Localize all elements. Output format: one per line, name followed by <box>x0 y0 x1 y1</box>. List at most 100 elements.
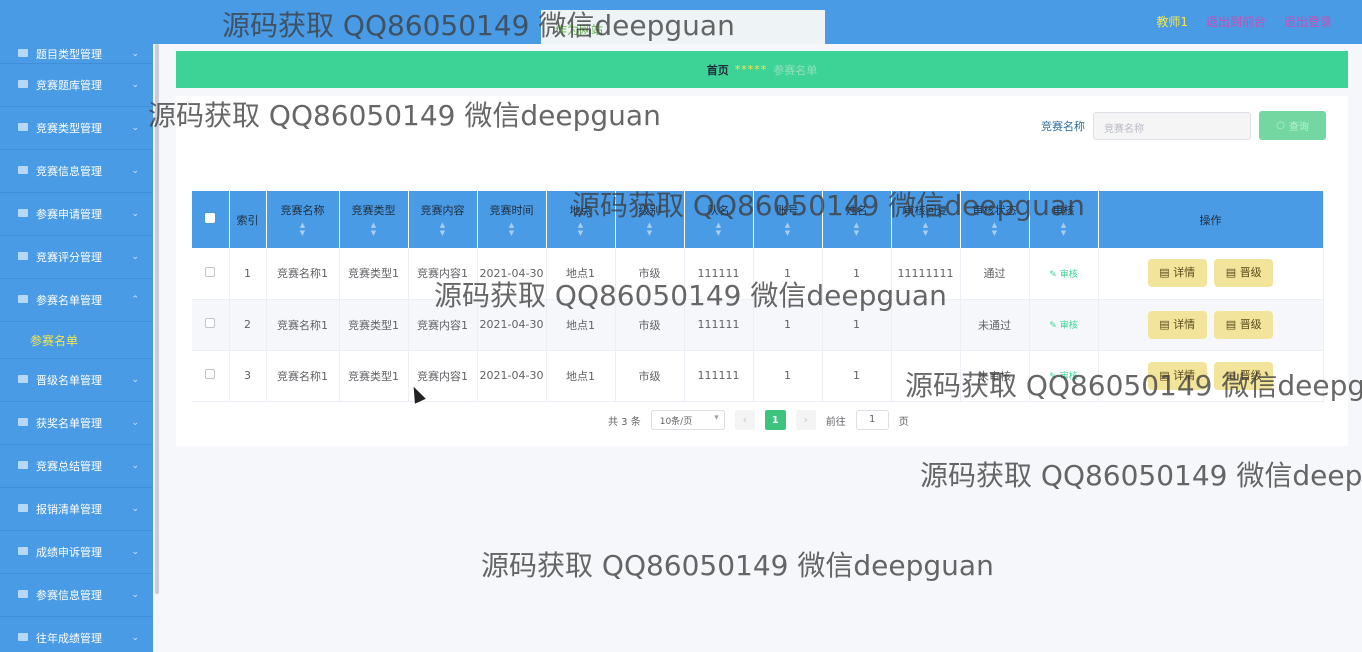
sort-icon[interactable]: ▲ ▼ <box>892 221 960 237</box>
sidebar-item-appeal[interactable]: 成绩申诉管理 ⌄ <box>0 531 153 574</box>
sidebar-item-award-list[interactable]: 获奖名单管理 ⌄ <box>0 402 153 445</box>
trophy-icon <box>18 252 30 262</box>
sidebar-item-contest-type[interactable]: 竞赛类型管理 ⌄ <box>0 107 153 150</box>
sort-icon[interactable]: ▲ ▼ <box>823 221 891 237</box>
monitor-icon <box>18 418 30 428</box>
sidebar-item-participant-info[interactable]: 参赛信息管理 ⌄ <box>0 574 153 617</box>
book-icon <box>18 295 30 305</box>
column-header[interactable]: 级别 ▲ ▼ <box>615 191 685 248</box>
sidebar-item-participant-list[interactable]: 参赛名单管理 ⌃ <box>0 279 153 322</box>
chevron-down-icon: ⌄ <box>131 547 139 557</box>
sort-icon[interactable]: ▲ ▼ <box>961 221 1029 237</box>
column-header[interactable]: 姓名 ▲ ▼ <box>822 191 892 248</box>
column-header[interactable]: 地点 ▲ ▼ <box>546 191 616 248</box>
prev-page-button[interactable]: ‹ <box>734 410 755 430</box>
watermark: 源码获取 QQ86050149 微信deepguan <box>481 549 994 582</box>
breadcrumb-home[interactable]: 首页 <box>707 62 729 78</box>
sidebar-item-past-scores[interactable]: 往年成绩管理 ⌄ <box>0 617 153 652</box>
sidebar-item-label: 参赛信息管理 <box>36 589 102 602</box>
row-checkbox[interactable] <box>205 266 216 277</box>
sidebar-item-question-bank[interactable]: 竞赛题库管理 ⌄ <box>0 64 153 107</box>
row-select-cell[interactable] <box>192 350 230 402</box>
column-header: 操作 <box>1098 191 1324 248</box>
audit-link[interactable]: ✎ 审核 <box>1049 372 1077 382</box>
sort-icon[interactable]: ▲ ▼ <box>409 221 477 237</box>
detail-button[interactable]: ▤ 详情 <box>1147 310 1207 339</box>
cell-reply: 11111111 <box>891 248 961 300</box>
column-header[interactable]: 账号 ▲ ▼ <box>753 191 823 248</box>
column-header[interactable]: 竞赛时间 ▲ ▼ <box>477 191 547 248</box>
page-number-current[interactable]: 1 <box>764 410 786 430</box>
column-header[interactable]: 审核 ▲ ▼ <box>1029 191 1099 248</box>
logout-link[interactable]: 退出登录 <box>1284 13 1332 30</box>
sidebar-item-reimbursement[interactable]: 报销清单管理 ⌄ <box>0 488 153 531</box>
sidebar-item-contest-info[interactable]: 竞赛信息管理 ⌄ <box>0 150 153 193</box>
bank-icon <box>18 80 30 90</box>
audit-link[interactable]: ✎ 审核 <box>1049 321 1077 331</box>
row-select-cell[interactable] <box>192 248 230 300</box>
column-header[interactable]: 竞赛类型 ▲ ▼ <box>339 191 409 248</box>
promote-button[interactable]: ▤ 晋级 <box>1214 310 1274 339</box>
sidebar-item-label: 获奖名单管理 <box>36 417 102 430</box>
cell-actions: ▤ 详情 ▤ 晋级 <box>1098 350 1324 402</box>
chevron-down-icon: ⌄ <box>131 166 139 176</box>
sidebar-item-question-type[interactable]: 题目类型管理 ⌄ <box>0 44 153 64</box>
sidebar-item-scoring[interactable]: 竞赛评分管理 ⌄ <box>0 236 153 279</box>
search-bar: 竞赛名称 竞赛名称 ○ 查询 <box>1041 111 1326 140</box>
sort-icon[interactable]: ▲ ▼ <box>754 221 822 237</box>
sidebar-item-application[interactable]: 参赛申请管理 ⌄ <box>0 193 153 236</box>
sidebar-item-label: 竞赛信息管理 <box>36 165 102 178</box>
cell-person: 1 <box>822 299 892 351</box>
monitor-icon <box>18 166 30 176</box>
detail-button[interactable]: ▤ 详情 <box>1147 259 1207 288</box>
search-button[interactable]: ○ 查询 <box>1259 111 1326 140</box>
cell-content: 竞赛内容1 <box>408 248 478 300</box>
sidebar-item-summary[interactable]: 竞赛总结管理 ⌄ <box>0 445 153 488</box>
document-icon: ▤ <box>1225 266 1240 280</box>
sidebar-scrollbar[interactable] <box>155 44 159 594</box>
sort-icon[interactable]: ▲ ▼ <box>547 221 615 237</box>
sidebar-subitem-participants[interactable]: 参赛名单 <box>0 322 153 359</box>
sort-icon[interactable]: ▲ ▼ <box>267 221 339 237</box>
back-to-front-link[interactable]: 退出到前台 <box>1206 13 1266 30</box>
next-page-button[interactable]: › <box>795 410 816 430</box>
chevron-down-icon: ⌄ <box>131 209 139 219</box>
chevron-down-icon: ⌄ <box>131 80 139 90</box>
menu-icon <box>18 504 30 514</box>
document-icon: ▤ <box>1159 368 1174 382</box>
chat-icon <box>18 547 30 557</box>
goto-label: 前往 <box>825 416 846 428</box>
cell-account: 1 <box>753 299 823 351</box>
cell-actions: ▤ 详情 ▤ 晋级 <box>1098 299 1324 351</box>
column-header[interactable]: 竞赛名称 ▲ ▼ <box>266 191 340 248</box>
cell-place: 地点1 <box>546 299 616 351</box>
sort-icon[interactable]: ▲ ▼ <box>616 221 684 237</box>
document-icon: ▤ <box>1225 368 1240 382</box>
detail-button[interactable]: ▤ 详情 <box>1147 361 1207 390</box>
promote-button[interactable]: ▤ 晋级 <box>1214 361 1274 390</box>
sort-icon[interactable]: ▲ ▼ <box>685 221 753 237</box>
sidebar-item-promotion-list[interactable]: 晋级名单管理 ⌄ <box>0 359 153 402</box>
row-checkbox[interactable] <box>205 318 216 328</box>
column-header[interactable]: 竞赛内容 ▲ ▼ <box>408 191 478 248</box>
column-header[interactable]: 队名 ▲ ▼ <box>684 191 754 248</box>
audit-link[interactable]: ✎ 审核 <box>1049 270 1077 280</box>
row-checkbox[interactable] <box>205 369 216 379</box>
sort-icon[interactable]: ▲ ▼ <box>478 221 546 237</box>
promote-button[interactable]: ▤ 晋级 <box>1214 259 1274 288</box>
search-input[interactable]: 竞赛名称 <box>1093 111 1251 140</box>
select-all-header[interactable] <box>192 191 230 248</box>
sort-icon[interactable]: ▲ ▼ <box>1030 221 1098 237</box>
cell-place: 地点1 <box>546 248 616 300</box>
goto-page-input[interactable]: 1 <box>855 410 889 430</box>
column-header[interactable]: 审核回复 ▲ ▼ <box>891 191 961 248</box>
send-icon <box>18 123 30 133</box>
sort-icon[interactable]: ▲ ▼ <box>340 221 408 237</box>
page-size-select[interactable]: 10条/页 <box>650 410 725 430</box>
column-header[interactable]: 审核状态 ▲ ▼ <box>960 191 1030 248</box>
cell-type: 竞赛类型1 <box>339 350 409 402</box>
cell-index: 1 <box>229 248 267 300</box>
chevron-down-icon: ⌄ <box>131 252 139 262</box>
select-all-checkbox[interactable] <box>205 213 216 223</box>
row-select-cell[interactable] <box>192 299 230 351</box>
